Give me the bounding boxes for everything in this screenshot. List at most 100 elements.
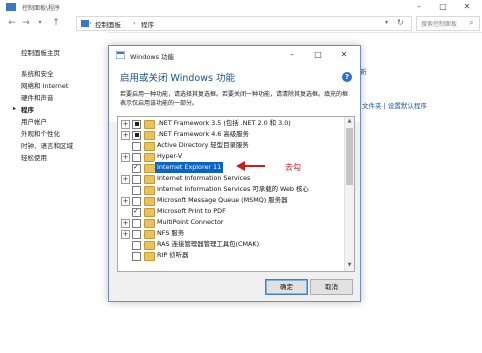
folder-icon <box>144 174 155 184</box>
expand-icon[interactable]: + <box>121 197 130 206</box>
feature-row[interactable]: + Internet Information Services <box>118 173 344 184</box>
control-panel-icon <box>81 20 89 27</box>
forward-icon[interactable]: → <box>20 17 32 29</box>
cancel-button[interactable]: 取消 <box>310 279 353 295</box>
scrollbar-thumb[interactable] <box>346 128 353 185</box>
minimize-button[interactable]: – <box>410 1 428 13</box>
feature-label: RIP 侦听器 <box>157 251 189 259</box>
sidebar-item-appearance[interactable]: 外观和个性化 <box>21 128 60 138</box>
feature-checkbox[interactable] <box>132 218 141 228</box>
folder-icon <box>144 218 155 228</box>
feature-row[interactable]: + Hyper-V <box>118 151 344 162</box>
folder-icon <box>144 229 155 239</box>
folder-icon <box>144 130 155 140</box>
feature-row[interactable]: + .NET Framework 3.5 (包括 .NET 2.0 和 3.0) <box>118 118 344 129</box>
expand-icon[interactable]: + <box>121 153 130 162</box>
feature-label: RAS 连接管理器管理工具包(CMAK) <box>157 240 260 248</box>
up-icon[interactable]: ↑ <box>50 17 62 29</box>
dialog-maximize-button[interactable]: □ <box>311 49 325 61</box>
scroll-up-icon[interactable]: ▲ <box>345 117 354 126</box>
back-icon[interactable]: ← <box>6 17 18 29</box>
feature-label: .NET Framework 4.6 高级服务 <box>157 130 249 138</box>
feature-checkbox[interactable] <box>132 196 141 206</box>
feature-label: Active Directory 轻型目录服务 <box>157 141 249 149</box>
ok-button[interactable]: 确定 <box>265 279 308 295</box>
feature-checkbox[interactable] <box>132 163 141 173</box>
scroll-down-icon[interactable]: ▼ <box>345 261 354 270</box>
help-icon[interactable]: ? <box>342 72 352 82</box>
annotation-arrow-icon <box>236 161 265 171</box>
current-item-marker: ▸ <box>13 105 17 112</box>
expand-icon[interactable]: + <box>121 230 130 239</box>
feature-row[interactable]: RIP 侦听器 <box>118 250 344 261</box>
feature-row[interactable]: Microsoft Print to PDF <box>118 206 344 217</box>
folder-icon <box>144 141 155 151</box>
breadcrumb-separator: › <box>133 19 136 27</box>
feature-checkbox[interactable] <box>132 141 141 151</box>
address-bar[interactable]: › 控制面板 › 程序 ▾ ↻ <box>76 16 412 31</box>
expand-icon[interactable]: + <box>121 120 130 129</box>
dialog-titlebar: Windows 功能 – □ ✕ <box>109 46 360 64</box>
feature-row[interactable]: Active Directory 轻型目录服务 <box>118 140 344 151</box>
feature-checkbox[interactable] <box>132 174 141 184</box>
sidebar: 控制面板主页 系统和安全 网络和 Internet 硬件和声音 ▸ 程序 用户帐… <box>0 32 108 353</box>
feature-checkbox[interactable] <box>132 119 141 129</box>
sidebar-item-home[interactable]: 控制面板主页 <box>21 47 60 57</box>
dialog-close-button[interactable]: ✕ <box>337 49 351 61</box>
windows-features-dialog: Windows 功能 – □ ✕ 启用或关闭 Windows 功能 ? 若要启用… <box>108 45 361 302</box>
list-scrollbar[interactable]: ▲ ▼ <box>344 117 354 271</box>
sidebar-item-hardware[interactable]: 硬件和声音 <box>21 92 54 102</box>
dialog-heading: 启用或关闭 Windows 功能 <box>120 73 235 84</box>
breadcrumb-control-panel[interactable]: 控制面板 <box>95 19 121 29</box>
feature-row[interactable]: + NFS 服务 <box>118 228 344 239</box>
feature-checkbox[interactable] <box>132 152 141 162</box>
recent-dropdown-icon[interactable]: ▾ <box>34 17 46 29</box>
feature-row[interactable]: + Microsoft Message Queue (MSMQ) 服务器 <box>118 195 344 206</box>
address-dropdown-icon[interactable]: ▾ <box>385 19 388 26</box>
breadcrumb-separator: › <box>89 19 92 27</box>
right-links[interactable]: 文件夹 | 设置默认程序 <box>362 100 427 110</box>
feature-label: NFS 服务 <box>157 229 185 237</box>
close-button[interactable]: ✕ <box>458 1 476 13</box>
feature-row[interactable]: RAS 连接管理器管理工具包(CMAK) <box>118 239 344 250</box>
search-input[interactable]: 搜索控制面板 ⌕ <box>416 16 480 31</box>
folder-icon <box>144 152 155 162</box>
feature-row[interactable]: + .NET Framework 4.6 高级服务 <box>118 129 344 140</box>
feature-checkbox[interactable] <box>132 207 141 217</box>
feature-checkbox[interactable] <box>132 185 141 195</box>
folder-icon <box>144 119 155 129</box>
feature-label: Microsoft Message Queue (MSMQ) 服务器 <box>157 196 288 204</box>
feature-label: .NET Framework 3.5 (包括 .NET 2.0 和 3.0) <box>157 119 291 127</box>
sidebar-item-network[interactable]: 网络和 Internet <box>21 80 68 90</box>
dialog-title: Windows 功能 <box>130 53 175 61</box>
sidebar-item-clock-region[interactable]: 时钟、语言和区域 <box>21 140 73 150</box>
sidebar-item-system-security[interactable]: 系统和安全 <box>21 68 54 78</box>
feature-checkbox[interactable] <box>132 251 141 261</box>
expand-icon[interactable]: + <box>121 175 130 184</box>
feature-label: Hyper-V <box>157 152 183 160</box>
folder-icon <box>144 196 155 206</box>
features-list[interactable]: + .NET Framework 3.5 (包括 .NET 2.0 和 3.0)… <box>117 116 355 272</box>
refresh-icon[interactable]: ↻ <box>397 18 404 27</box>
feature-row[interactable]: Internet Information Services 可承载的 Web 核… <box>118 184 344 195</box>
maximize-button[interactable]: □ <box>434 1 452 13</box>
feature-checkbox[interactable] <box>132 240 141 250</box>
feature-checkbox[interactable] <box>132 229 141 239</box>
feature-row[interactable]: + MultiPoint Connector <box>118 217 344 228</box>
expand-icon[interactable]: + <box>121 131 130 140</box>
folder-icon <box>144 251 155 261</box>
sidebar-item-user-accounts[interactable]: 用户帐户 <box>21 116 47 126</box>
feature-row-internet-explorer[interactable]: Internet Explorer 11 <box>118 161 344 174</box>
breadcrumb-programs[interactable]: 程序 <box>141 19 154 29</box>
folder-icon <box>144 163 155 173</box>
feature-label: Internet Information Services 可承载的 Web 核… <box>157 185 309 193</box>
sidebar-item-ease-of-access[interactable]: 轻松使用 <box>21 152 47 162</box>
feature-label: Microsoft Print to PDF <box>157 207 226 215</box>
feature-label: Internet Information Services <box>157 174 251 182</box>
sidebar-item-programs[interactable]: 程序 <box>21 104 34 114</box>
feature-checkbox[interactable] <box>132 130 141 140</box>
expand-icon[interactable]: + <box>121 219 130 228</box>
folder-icon <box>144 185 155 195</box>
dialog-minimize-button[interactable]: – <box>285 49 299 61</box>
folder-icon <box>144 207 155 217</box>
